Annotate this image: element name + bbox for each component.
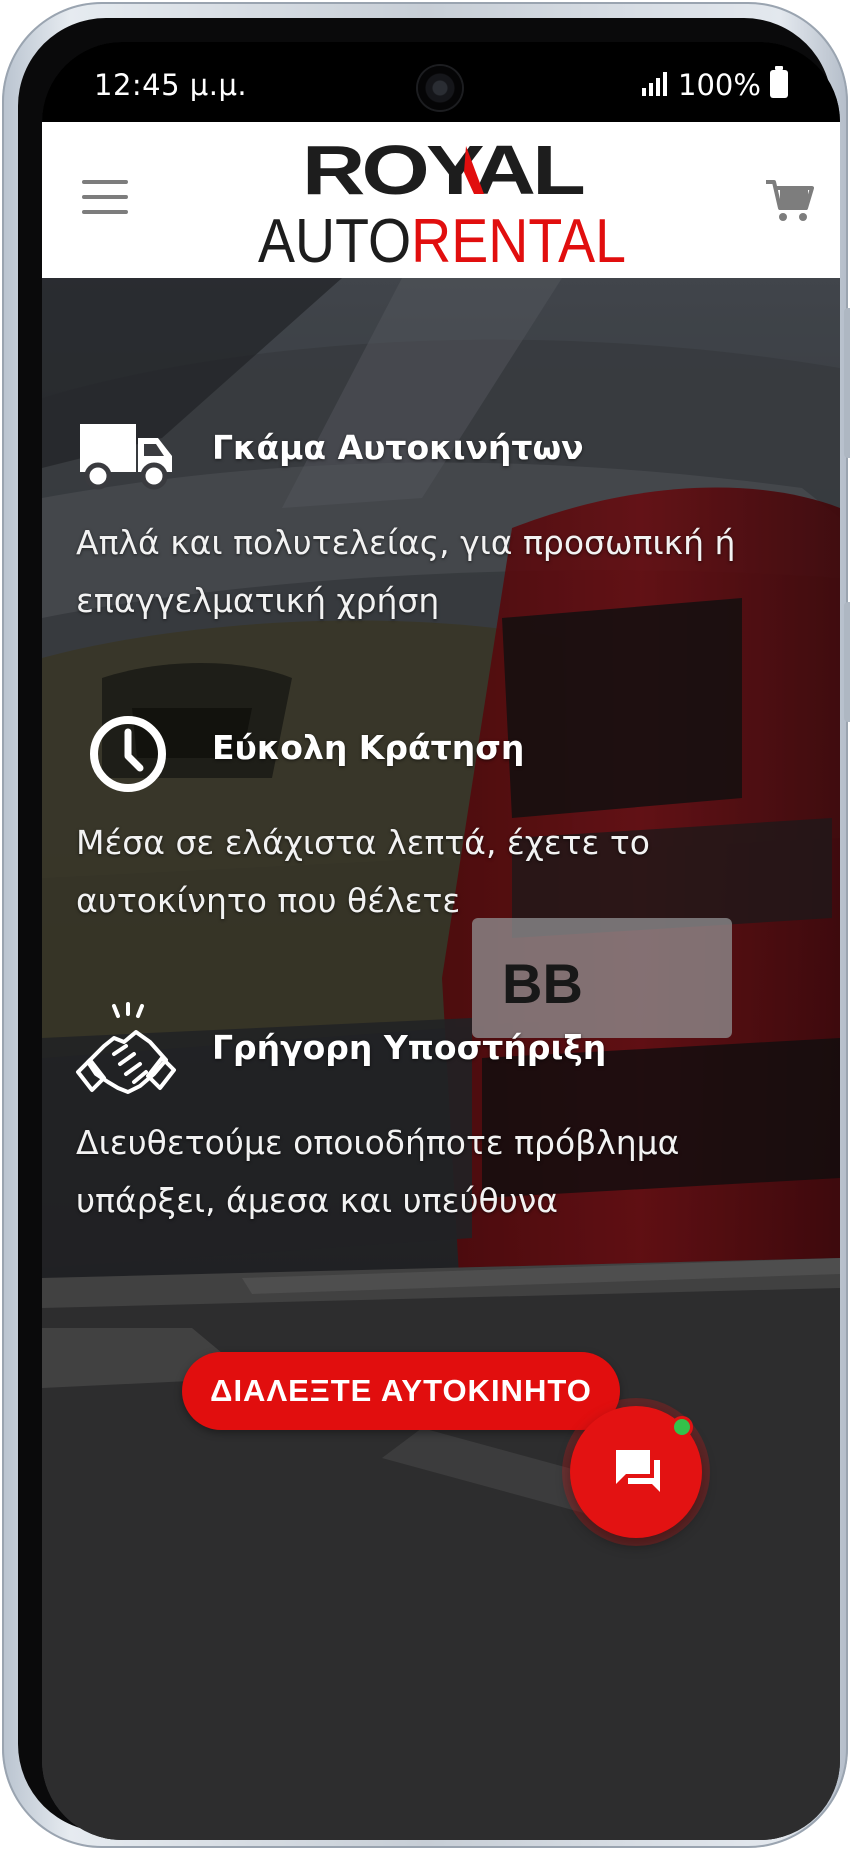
feature-description: Διευθετούμε οποιοδήποτε πρόβλημα υπάρξει…	[76, 1123, 680, 1220]
status-time: 12:45 μ.μ.	[94, 68, 248, 102]
clock-icon	[90, 716, 166, 792]
choose-car-button[interactable]: ΔΙΑΛΕΞΤΕ ΑΥΤΟΚΙΝΗΤΟ	[182, 1352, 620, 1430]
cart-icon[interactable]	[764, 176, 814, 224]
truck-icon	[80, 424, 172, 490]
power-button	[844, 602, 850, 722]
battery-percentage: 100%	[678, 68, 761, 102]
volume-button	[844, 308, 850, 458]
logo-autorental: AUTORENTAL	[258, 207, 626, 272]
signal-icon	[642, 72, 668, 96]
hero-section: BB Γκάμα Αυτοκινήτων Απλά και πολυτελεία…	[42, 278, 840, 1840]
handshake-icon	[76, 1002, 176, 1094]
battery-icon	[770, 66, 788, 98]
front-camera	[418, 66, 462, 110]
hamburger-icon[interactable]	[82, 180, 128, 214]
feature-description: Απλά και πολυτελείας, για προσωπική ή επ…	[76, 523, 736, 620]
feature-title: Εύκολη Κράτηση	[212, 728, 525, 767]
site-header: ROYAL AUTORENTAL	[42, 122, 840, 278]
screen: 12:45 μ.μ. 100% ROYAL AUTORENTAL BB Γκάμ…	[42, 42, 840, 1840]
royal-autorental-logo[interactable]: ROYAL AUTORENTAL	[212, 132, 672, 272]
feature-title: Γρήγορη Υποστήριξη	[212, 1028, 607, 1067]
phone-frame: 12:45 μ.μ. 100% ROYAL AUTORENTAL BB Γκάμ…	[2, 2, 850, 1848]
phone-bezel: 12:45 μ.μ. 100% ROYAL AUTORENTAL BB Γκάμ…	[18, 18, 840, 1840]
feature-description: Μέσα σε ελάχιστα λεπτά, έχετε το αυτοκίν…	[76, 823, 650, 920]
online-status-dot	[671, 1416, 693, 1438]
status-bar: 12:45 μ.μ. 100%	[42, 42, 840, 122]
feature-title: Γκάμα Αυτοκινήτων	[212, 428, 584, 467]
logo-royal: ROYAL	[302, 132, 584, 209]
